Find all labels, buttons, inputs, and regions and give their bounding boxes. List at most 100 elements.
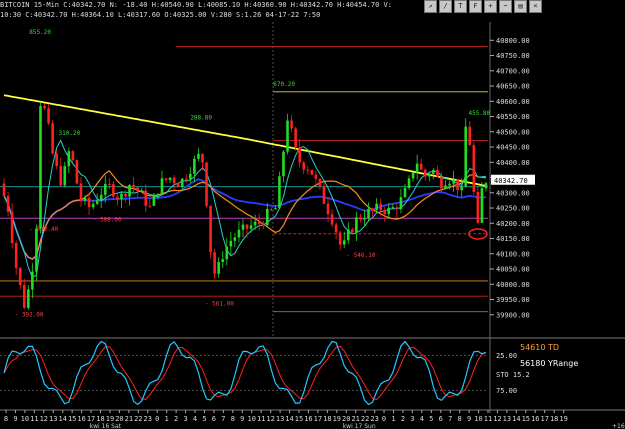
chart-subheader: 10:30 C:40342.70 H:40364.10 L:40317.60 O… [0,10,420,20]
candle-body [217,261,220,274]
candle-body [302,162,306,170]
time-tick-label: 23 [144,415,152,423]
candle-body [355,217,358,233]
time-tick-label: 19 [106,415,114,423]
candle-body [144,190,148,206]
candle-body [253,221,257,226]
candle-body [79,183,83,201]
candle-body [415,163,419,173]
candle-body [22,284,26,308]
time-tick-label: 15 [522,415,530,423]
time-tick-label: 17 [314,415,322,423]
candle-body [460,186,463,191]
candle-body [237,229,241,238]
time-tick-label: 12 [493,415,501,423]
time-tick-label: 7 [448,415,452,423]
candle-body [383,210,387,215]
draw-tool-icon[interactable]: ~ [499,0,512,13]
time-tick-label: 12 [40,415,48,423]
swing-annotation-label: - 561.00 [205,301,234,308]
time-tick-label: 22 [361,415,369,423]
candle-body [241,224,245,230]
candle-body [112,184,115,197]
header-quote-line: BITCOIN 15-Min C:40342.70 N: -18.40 H:40… [0,1,392,9]
candle-body [10,211,14,244]
candle-body [51,123,54,154]
time-tick-label: 8 [458,415,462,423]
swing-annotation-label: 855.20 [29,29,51,36]
price-tick-label: 39900.00 [496,311,530,319]
candle-body [213,252,216,274]
swing-annotation-label: 288.80 [190,115,212,122]
time-tick-label: 10 [474,415,482,423]
candle-body [152,194,156,206]
candle-body [229,240,233,247]
candle-body [184,178,188,180]
candle-body [403,187,407,198]
candle-body [14,243,18,268]
candle-body [440,176,443,189]
time-tick-label: 3 [183,415,187,423]
swing-annotation-label: - 546.10 [346,252,375,259]
fib-tool-icon[interactable]: F [469,0,482,13]
stoch-tick-label: 75.00 [496,387,517,395]
time-tick-label: 16 [77,415,85,423]
candle-body [108,183,111,185]
candle-body [116,196,119,200]
candle-body [274,208,277,210]
td-overlay-text: 54610 TD [520,343,559,352]
candle-body [257,221,261,225]
candle-body [164,178,168,181]
arrow-tool-icon[interactable]: ↗ [424,0,437,13]
candle-body [322,186,326,204]
candle-body [35,228,38,272]
candle-body [91,203,95,208]
candle-body [468,126,472,146]
candle-body [87,197,91,208]
close-tool-icon[interactable]: × [529,0,542,13]
candle-body [379,203,382,211]
time-tick-label: 23 [370,415,378,423]
time-tick-label: 13 [49,415,57,423]
zoom-tool-icon[interactable]: + [484,0,497,13]
swing-annotation-label: - 388.00 [93,217,122,224]
stoch-tick-label: 25.00 [496,352,517,360]
candle-body [265,208,269,226]
candle-body [399,197,403,210]
price-tick-label: 40650.00 [496,83,530,91]
candle-body [128,184,131,197]
candle-body [140,190,144,192]
time-tick-label: 11 [30,415,38,423]
time-tick-label: 19 [333,415,341,423]
candle-body [249,225,253,229]
time-tick-label: 2 [174,415,178,423]
time-tick-label: 9 [240,415,244,423]
price-tick-label: 40100.00 [496,250,530,258]
price-tick-label: 40000.00 [496,281,530,289]
swing-annotation-label: - 512.40 [29,226,58,233]
time-tick-label: 18 [96,415,104,423]
candle-body [103,183,107,195]
candle-body [172,177,176,184]
ema-orange-line [3,170,487,260]
time-tick-label: 15 [68,415,76,423]
time-tick-label: 19 [559,415,567,423]
candle-body [375,203,378,210]
day-label: kwi 17 Sun [343,423,376,429]
trading-chart[interactable]: R2 40779.23YH 40631.20R1 40471.32H3 4032… [0,0,625,429]
current-price-label: 40342.70 [494,177,528,185]
text-tool-icon[interactable]: T [454,0,467,13]
candle-body [156,193,160,195]
chart-tool-icon[interactable]: ▤ [514,0,527,13]
swing-annotation-label: - 392.00 [15,311,44,318]
candle-body [314,174,318,179]
candle-body [326,203,330,215]
candle-body [39,106,42,229]
yrange-overlay-text: 56180 YRange [520,359,578,368]
line-tool-icon[interactable]: / [439,0,452,13]
time-tick-label: 5 [429,415,433,423]
time-tick-label: 21 [351,415,359,423]
candle-body [83,197,87,201]
header-bar-line: 10:30 C:40342.70 H:40364.10 L:40317.60 O… [0,11,321,19]
candle-body [480,188,484,223]
